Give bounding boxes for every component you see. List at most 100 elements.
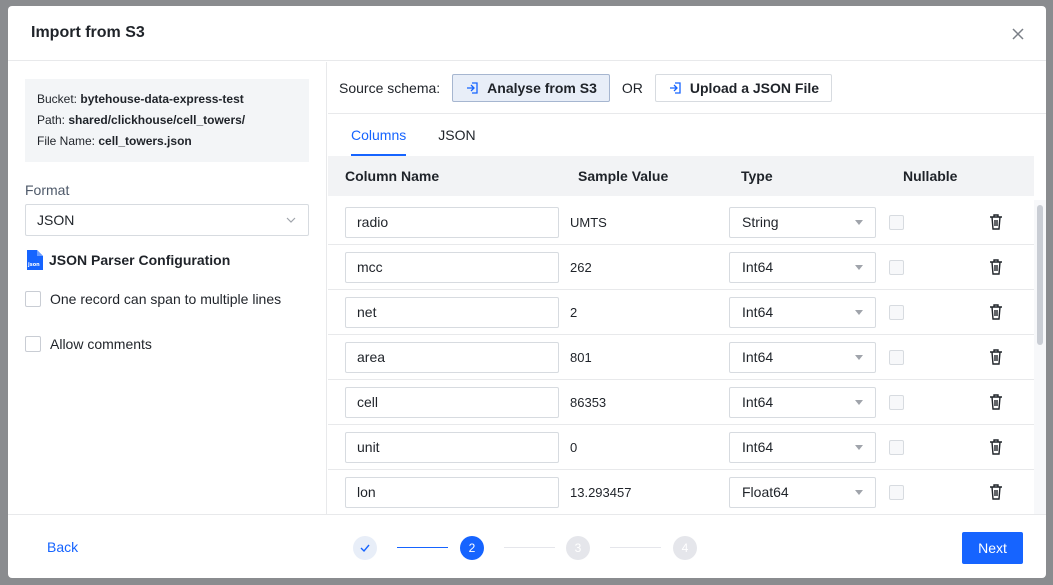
- multiline-label: One record can span to multiple lines: [50, 291, 282, 307]
- or-label: OR: [621, 79, 643, 96]
- trash-icon[interactable]: [988, 303, 1004, 321]
- column-name-input[interactable]: net: [345, 297, 559, 328]
- caret-down-icon: [855, 355, 863, 360]
- import-icon: [669, 81, 681, 94]
- caret-down-icon: [855, 445, 863, 450]
- step-connector: [504, 547, 555, 548]
- sample-value: UMTS: [570, 215, 607, 230]
- step-connector: [610, 547, 661, 548]
- nullable-checkbox[interactable]: [889, 260, 904, 275]
- comments-option[interactable]: Allow comments: [25, 336, 309, 352]
- type-select[interactable]: Int64: [729, 297, 876, 328]
- back-button[interactable]: Back: [47, 539, 78, 555]
- scroll-thumb[interactable]: [1037, 205, 1043, 345]
- table-row: area 801 Int64: [328, 335, 1034, 380]
- trash-icon[interactable]: [988, 213, 1004, 231]
- next-button[interactable]: Next: [962, 532, 1023, 564]
- type-select[interactable]: Int64: [729, 252, 876, 283]
- path-label: Path:: [37, 113, 66, 127]
- type-value: Int64: [742, 394, 774, 410]
- source-schema-row: Source schema: Analyse from S3 OR Upload…: [328, 62, 1046, 114]
- table-row: radio UMTS String: [328, 200, 1034, 245]
- table-row: mcc 262 Int64: [328, 245, 1034, 290]
- type-select[interactable]: Float64: [729, 477, 876, 508]
- nullable-checkbox[interactable]: [889, 440, 904, 455]
- format-select[interactable]: JSON: [25, 204, 309, 236]
- import-icon: [467, 81, 478, 94]
- json-file-icon: json: [25, 250, 43, 270]
- table-scrollbar[interactable]: [1034, 200, 1046, 514]
- upload-button[interactable]: Upload a JSON File: [654, 73, 833, 102]
- comments-checkbox[interactable]: [25, 336, 41, 352]
- type-header: Type: [741, 168, 773, 184]
- columns-table-body: radio UMTS String mcc 262 Int64 net 2 In…: [328, 200, 1034, 514]
- schema-tabs: Columns JSON: [328, 114, 1046, 156]
- config-panel: Bucket: bytehouse-data-express-test Path…: [8, 62, 327, 514]
- caret-down-icon: [855, 310, 863, 315]
- multiline-option[interactable]: One record can span to multiple lines: [25, 291, 309, 307]
- tab-columns[interactable]: Columns: [351, 114, 407, 156]
- path-line: Path: shared/clickhouse/cell_towers/: [37, 110, 297, 131]
- sample-value: 801: [570, 350, 592, 365]
- schema-panel: Source schema: Analyse from S3 OR Upload…: [328, 62, 1046, 514]
- nullable-header: Nullable: [903, 168, 958, 184]
- caret-down-icon: [855, 265, 863, 270]
- bucket-value: bytehouse-data-express-test: [80, 92, 244, 106]
- sample-value: 262: [570, 260, 592, 275]
- analyse-label: Analyse from S3: [487, 79, 597, 96]
- table-row: net 2 Int64: [328, 290, 1034, 335]
- column-name-input[interactable]: radio: [345, 207, 559, 238]
- type-value: String: [742, 214, 779, 230]
- path-value: shared/clickhouse/cell_towers/: [68, 113, 246, 127]
- column-name-input[interactable]: area: [345, 342, 559, 373]
- type-value: Int64: [742, 439, 774, 455]
- tab-json[interactable]: JSON: [438, 114, 475, 156]
- file-value: cell_towers.json: [98, 134, 192, 148]
- column-name-input[interactable]: mcc: [345, 252, 559, 283]
- import-dialog: Import from S3 Bucket: bytehouse-data-ex…: [8, 6, 1046, 578]
- step-4: 4: [673, 536, 697, 560]
- trash-icon[interactable]: [988, 483, 1004, 501]
- nullable-checkbox[interactable]: [889, 485, 904, 500]
- sample-value: 0: [570, 440, 578, 455]
- trash-icon[interactable]: [988, 393, 1004, 411]
- parser-config-title: json JSON Parser Configuration: [25, 250, 309, 270]
- type-select[interactable]: Int64: [729, 342, 876, 373]
- type-select[interactable]: String: [729, 207, 876, 238]
- column-name-header: Column Name: [345, 168, 440, 184]
- check-icon: [360, 544, 370, 553]
- file-info-box: Bucket: bytehouse-data-express-test Path…: [25, 79, 309, 162]
- table-row: unit 0 Int64: [328, 425, 1034, 470]
- nullable-checkbox[interactable]: [889, 350, 904, 365]
- column-name-input[interactable]: unit: [345, 432, 559, 463]
- trash-icon[interactable]: [988, 348, 1004, 366]
- bucket-line: Bucket: bytehouse-data-express-test: [37, 89, 297, 110]
- type-value: Int64: [742, 304, 774, 320]
- type-select[interactable]: Int64: [729, 432, 876, 463]
- multiline-checkbox[interactable]: [25, 291, 41, 307]
- sample-value: 2: [570, 305, 578, 320]
- file-line: File Name: cell_towers.json: [37, 131, 297, 152]
- column-name-input[interactable]: lon: [345, 477, 559, 508]
- sample-value-header: Sample Value: [578, 168, 669, 184]
- nullable-checkbox[interactable]: [889, 305, 904, 320]
- chevron-down-icon: [286, 217, 296, 223]
- step-3: 3: [566, 536, 590, 560]
- table-header: Column Name Sample Value Type Nullable: [328, 156, 1034, 196]
- source-schema-label: Source schema:: [339, 79, 441, 96]
- format-select-value: JSON: [37, 212, 75, 228]
- column-name-input[interactable]: cell: [345, 387, 559, 418]
- close-icon[interactable]: [1008, 24, 1028, 44]
- trash-icon[interactable]: [988, 258, 1004, 276]
- nullable-checkbox[interactable]: [889, 215, 904, 230]
- caret-down-icon: [855, 220, 863, 225]
- type-select[interactable]: Int64: [729, 387, 876, 418]
- file-label: File Name:: [37, 134, 96, 148]
- parser-title-text: JSON Parser Configuration: [49, 252, 231, 268]
- trash-icon[interactable]: [988, 438, 1004, 456]
- nullable-checkbox[interactable]: [889, 395, 904, 410]
- step-connector: [397, 547, 448, 548]
- analyse-button[interactable]: Analyse from S3: [452, 73, 610, 102]
- svg-text:json: json: [27, 262, 40, 268]
- table-row: lon 13.293457 Float64: [328, 470, 1034, 514]
